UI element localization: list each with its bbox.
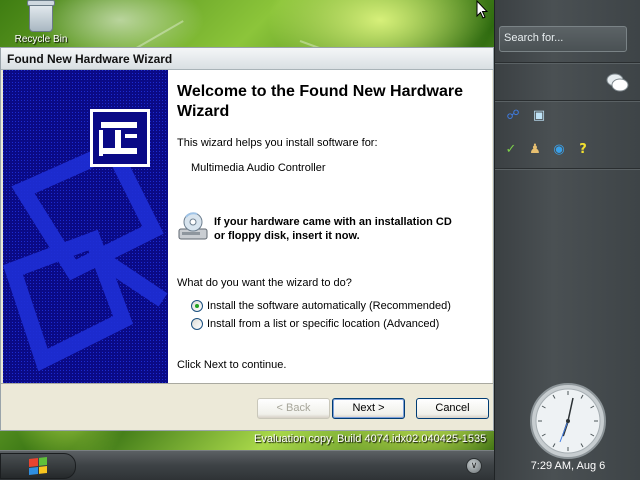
evaluation-watermark: Evaluation copy. Build 4074.idx02.040425…: [254, 433, 487, 445]
sidebar-divider: [495, 168, 640, 169]
mouse-cursor-icon: [476, 0, 488, 19]
wizard-button-bar: < Back Next > Cancel: [1, 383, 493, 430]
cd-notice-line-2: or floppy disk, insert it now.: [214, 230, 360, 242]
recycle-bin-label: Recycle Bin: [14, 34, 68, 45]
chevron-down-icon[interactable]: ∨: [466, 458, 482, 474]
people-icon[interactable]: ♟: [527, 142, 543, 158]
image-icon[interactable]: ▣: [531, 108, 547, 124]
radio-button-checked[interactable]: [191, 300, 203, 312]
wizard-intro: This wizard helps you install software f…: [177, 137, 378, 149]
help-icon[interactable]: ?: [575, 142, 591, 158]
sidebar: Search for... ☍ ▣ ✓ ♟ ◉ ? 7:29 AM, Aug 6: [494, 0, 640, 480]
option-label: Install the software automatically (Reco…: [207, 300, 451, 312]
next-button[interactable]: Next >: [332, 398, 405, 419]
back-button[interactable]: < Back: [257, 398, 330, 419]
start-button[interactable]: [0, 453, 76, 479]
radio-button[interactable]: [191, 318, 203, 330]
wizard-banner-graphic: [3, 70, 168, 383]
option-label: Install from a list or specific location…: [207, 318, 440, 330]
wizard-content: Welcome to the Found New Hardware Wizard…: [168, 70, 492, 383]
windows-flag-icon: [29, 457, 47, 475]
device-name: Multimedia Audio Controller: [191, 162, 326, 174]
option-install-from-list[interactable]: Install from a list or specific location…: [191, 318, 439, 330]
sidebar-search-input[interactable]: Search for...: [499, 26, 627, 52]
cancel-button[interactable]: Cancel: [416, 398, 489, 419]
recycle-bin[interactable]: Recycle Bin: [6, 0, 76, 46]
sidebar-divider: [495, 62, 640, 63]
check-icon[interactable]: ✓: [503, 142, 519, 158]
wizard-banner: [3, 70, 168, 383]
network-icon[interactable]: ☍: [505, 108, 521, 124]
wizard-heading: Welcome to the Found New Hardware Wizard: [177, 83, 463, 120]
wizard-question: What do you want the wizard to do?: [177, 277, 352, 289]
recycle-bin-icon: [27, 0, 55, 32]
wizard-title-bar[interactable]: Found New Hardware Wizard: [1, 48, 493, 70]
clock-time: 7:29 AM, Aug 6: [530, 460, 606, 472]
globe-icon[interactable]: ◉: [551, 142, 567, 158]
cd-drive-icon: [178, 212, 208, 240]
cd-notice-line-1: If your hardware came with an installati…: [214, 216, 452, 228]
analog-clock[interactable]: [529, 382, 607, 460]
continue-text: Click Next to continue.: [177, 359, 287, 371]
taskbar: ∨: [0, 450, 494, 480]
found-new-hardware-wizard: Found New Hardware Wizard Welcome to the…: [0, 47, 494, 431]
wizard-title: Found New Hardware Wizard: [7, 52, 173, 66]
option-install-automatic[interactable]: Install the software automatically (Reco…: [191, 300, 451, 312]
chat-bubbles-icon[interactable]: [605, 72, 629, 94]
sidebar-divider: [495, 100, 640, 101]
